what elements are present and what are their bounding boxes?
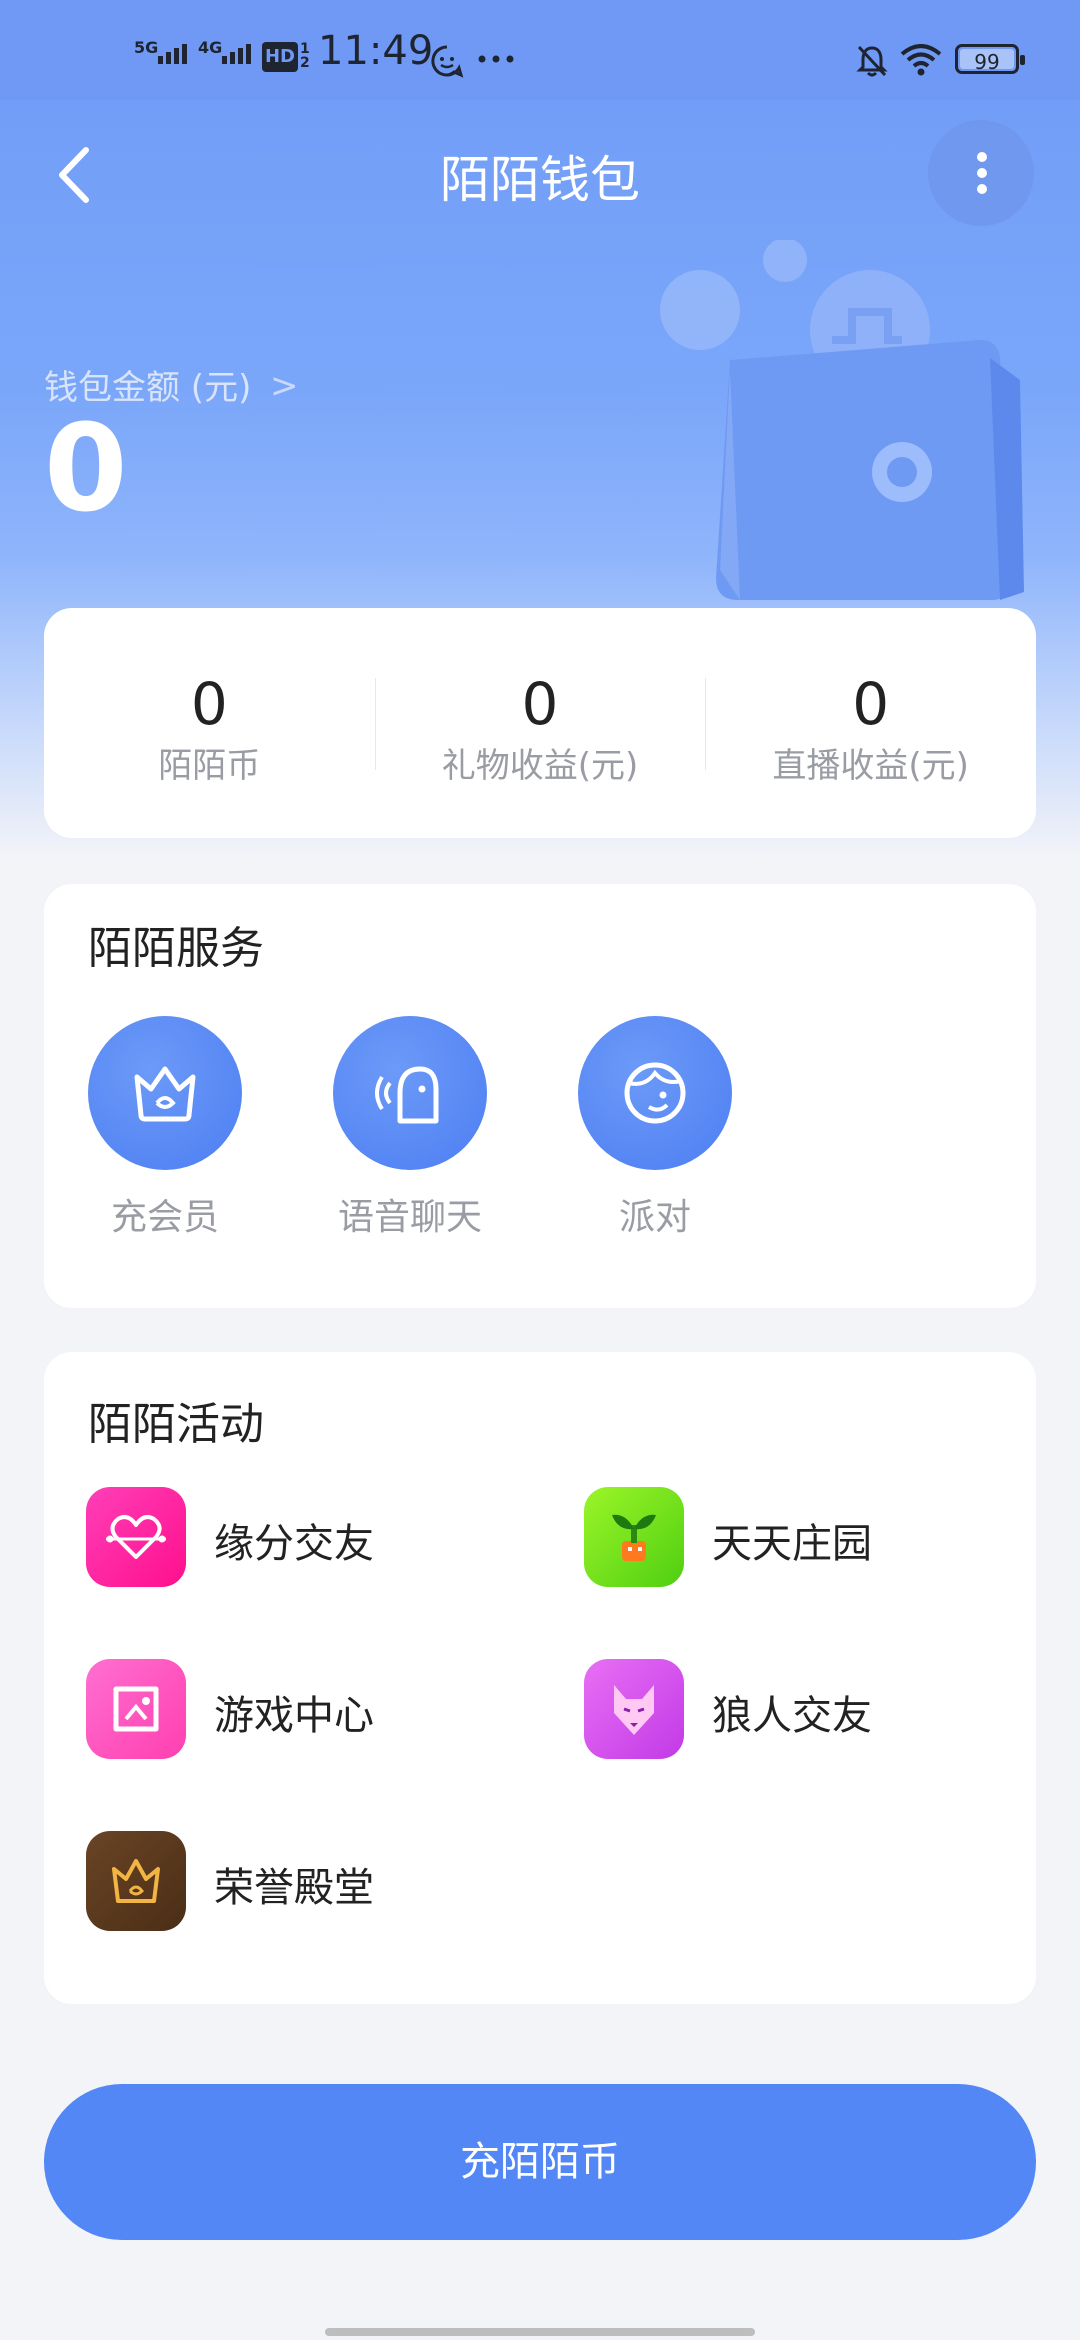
stat-momo-coins[interactable]: 0 陌陌币 [44,608,375,838]
activity-hall-of-fame[interactable]: 荣誉殿堂 [86,1831,486,1931]
activity-werewolf[interactable]: 狼人交友 [584,1659,984,1759]
more-dots-icon [478,55,514,63]
crown-icon [86,1831,186,1931]
game-controller-icon [86,1659,186,1759]
activities-card: 陌陌活动 缘分交友 天天庄园 游戏中心 狼人交友 荣誉殿堂 [44,1352,1036,2004]
home-indicator[interactable] [325,2328,755,2336]
battery-level: 99 [974,50,1000,74]
stat-label: 陌陌币 [158,746,261,786]
service-label: 派对 [618,1197,691,1238]
hd-badge: HD [262,42,298,72]
wolf-icon [584,1659,684,1759]
status-time: 11:49 [318,28,434,74]
recharge-momo-coins-button[interactable]: 充陌陌币 [44,2084,1036,2240]
wallet-amount-value: 0 [44,400,128,539]
signal-2-label: 4G [198,38,223,57]
signal-1-bars-icon [158,44,187,64]
services-card: 陌陌服务 充会员 语音聊天 派对 [44,884,1036,1308]
service-vip[interactable]: 充会员 [88,1016,242,1240]
hd-sub-label: 1 2 [300,41,310,71]
stat-label: 礼物收益(元) [441,746,639,786]
activities-title: 陌陌活动 [88,1399,264,1450]
stats-card: 0 陌陌币 0 礼物收益(元) 0 直播收益(元) [44,608,1036,838]
sprout-icon [584,1487,684,1587]
stat-value: 0 [852,670,890,738]
bell-off-icon [856,45,888,77]
chevron-right-icon[interactable]: > [270,366,299,406]
stat-live-income[interactable]: 0 直播收益(元) [705,608,1036,838]
service-label: 语音聊天 [337,1197,482,1238]
voice-chat-icon [333,1016,487,1170]
activity-yuanfen[interactable]: 缘分交友 [86,1487,486,1587]
activity-label: 缘分交友 [214,1521,374,1567]
activity-game-center[interactable]: 游戏中心 [86,1659,486,1759]
activity-tiantian-farm[interactable]: 天天庄园 [584,1487,984,1587]
page-title: 陌陌钱包 [440,151,640,209]
wifi-icon [900,44,942,76]
service-voice-chat[interactable]: 语音聊天 [333,1016,487,1240]
activity-label: 荣誉殿堂 [214,1865,374,1911]
signal-2-bars-icon [222,44,251,64]
activity-label: 狼人交友 [712,1693,872,1739]
activity-label: 游戏中心 [214,1693,374,1739]
heart-link-icon [86,1487,186,1587]
wallet-illustration-icon [660,240,1024,600]
stat-value: 0 [190,670,228,738]
crown-icon [88,1016,242,1170]
stat-value: 0 [521,670,559,738]
services-title: 陌陌服务 [88,923,264,974]
battery-icon: 99 [955,44,1025,74]
party-face-icon [578,1016,732,1170]
status-bar: 5G 4G HD 1 2 11:49 99 [0,0,1080,100]
stat-gift-income[interactable]: 0 礼物收益(元) [374,608,706,838]
activity-label: 天天庄园 [712,1521,872,1567]
service-party[interactable]: 派对 [578,1016,732,1240]
stat-label: 直播收益(元) [772,746,969,786]
chat-bubble-icon [431,45,464,78]
service-label: 充会员 [110,1197,219,1238]
more-menu-button[interactable] [928,120,1034,226]
signal-1-label: 5G [134,38,159,57]
